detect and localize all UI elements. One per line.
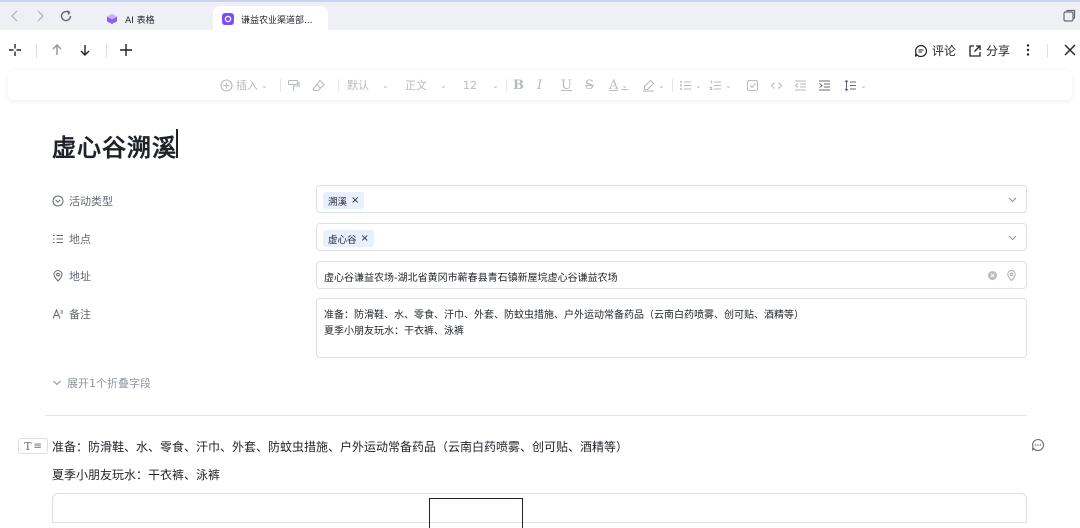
arrow-down-icon[interactable] — [78, 43, 92, 57]
bullet-list-icon[interactable]: ⌄ — [679, 77, 702, 93]
text-style-label: 默认 — [347, 79, 369, 92]
font-size-select[interactable]: 12 ⌄ — [463, 77, 499, 93]
drag-handle-icon: ≡ — [33, 440, 42, 452]
text-color-icon[interactable]: A ⌄ — [609, 77, 628, 93]
insert-button[interactable]: 插入 ⌄ — [220, 77, 268, 93]
chevron-down-icon: ⌄ — [382, 80, 389, 90]
remove-tag-icon[interactable]: × — [351, 195, 359, 206]
field-label-notes: 备注 — [52, 306, 91, 322]
toolbar-divider — [672, 79, 673, 92]
tag-location: 虚心谷 × — [323, 230, 374, 247]
activity-type-select[interactable]: 溯溪 × — [316, 185, 1027, 213]
field-label-address: 地址 — [52, 268, 91, 284]
code-icon[interactable] — [770, 77, 783, 93]
field-label-activity-type: 活动类型 — [52, 193, 113, 209]
paragraph-label: 正文 — [405, 79, 427, 92]
outdent-icon[interactable] — [794, 77, 807, 93]
tab-label: 谦益农业渠道部... — [241, 15, 313, 26]
embedded-block[interactable] — [52, 493, 1027, 528]
location-select[interactable]: 虚心谷 × — [316, 223, 1027, 251]
collapse-sidebar-icon[interactable] — [8, 43, 22, 57]
record-title[interactable]: 虚心谷溯溪 — [52, 128, 177, 163]
chevron-down-icon[interactable] — [1007, 232, 1018, 243]
formatting-toolbar: 插入 ⌄ 默认 ⌄ 正文 ⌄ 12 ⌄ B I U S A ⌄ ⌄ ⌄ ⌄ ⌄ — [8, 70, 1072, 100]
notes-field[interactable]: 准备：防滑鞋、水、零食、汗巾、外套、防蚊虫措施、户外运动常备药品（云南白药喷雾、… — [316, 298, 1027, 358]
text-block-handle[interactable]: T ≡ — [18, 438, 48, 454]
toolbar-divider — [1047, 44, 1048, 58]
comment-label: 评论 — [932, 44, 957, 58]
tab-active-document[interactable]: 谦益农业渠道部... — [213, 6, 328, 32]
chevron-down-icon: ⌄ — [261, 80, 268, 90]
close-icon[interactable] — [1063, 43, 1077, 57]
toolbar-divider — [280, 79, 281, 92]
arrow-up-icon[interactable] — [50, 43, 64, 57]
tag-activity-type: 溯溪 × — [323, 192, 365, 209]
comment-button[interactable]: 评论 — [914, 42, 956, 59]
more-options-icon[interactable] — [1021, 43, 1035, 57]
share-icon — [969, 44, 981, 57]
tab-ai-table[interactable]: AI 表格 — [98, 6, 208, 32]
single-select-icon — [52, 195, 64, 207]
chevron-down-icon[interactable] — [1007, 194, 1018, 205]
field-label-location: 地点 — [52, 231, 91, 247]
clear-format-icon[interactable] — [312, 77, 325, 93]
text-field-icon — [52, 308, 63, 319]
app-icon — [222, 13, 234, 25]
section-divider — [45, 415, 1027, 416]
body-paragraph[interactable]: 准备：防滑鞋、水、零食、汗巾、外套、防蚊虫措施、户外运动常备药品（云南白药喷雾、… — [52, 438, 628, 455]
browser-tab-strip: AI 表格 谦益农业渠道部... — [0, 0, 1080, 32]
text-style-select[interactable]: 默认 ⌄ — [347, 77, 389, 93]
embedded-image-frame — [429, 498, 523, 528]
italic-icon[interactable]: I — [537, 77, 542, 93]
ai-table-icon — [106, 13, 118, 25]
document-toolbar: 评论 分享 — [0, 32, 1080, 70]
window-restore-icon[interactable] — [1063, 9, 1076, 22]
font-size-label: 12 — [463, 78, 477, 92]
format-painter-icon[interactable] — [287, 77, 300, 93]
address-field[interactable]: 虚心谷谦益农场-湖北省黄冈市蕲春县青石镇新屋垸虚心谷谦益农场 — [316, 261, 1027, 289]
reload-icon[interactable] — [59, 9, 73, 23]
text-type-icon: T — [24, 439, 32, 453]
remove-tag-icon[interactable]: × — [361, 233, 369, 244]
plus-circle-icon — [220, 78, 233, 92]
toolbar-divider — [36, 44, 37, 58]
add-comment-icon[interactable] — [1031, 438, 1045, 452]
location-pin-icon — [53, 270, 63, 282]
comment-icon — [914, 44, 928, 57]
clear-icon[interactable] — [987, 270, 998, 281]
multi-select-icon — [53, 234, 63, 244]
notes-line: 夏季小朋友玩水：干衣裤、泳裤 — [324, 326, 464, 337]
bold-icon[interactable]: B — [513, 77, 524, 93]
expand-hidden-fields-button[interactable]: 展开1个折叠字段 — [52, 375, 151, 391]
toolbar-divider — [506, 79, 507, 92]
chevron-down-icon: ⌄ — [492, 80, 499, 90]
underline-icon[interactable]: U — [561, 77, 572, 93]
numbered-list-icon[interactable]: ⌄ — [709, 77, 732, 93]
add-icon[interactable] — [119, 43, 133, 57]
checkbox-icon[interactable] — [746, 77, 759, 93]
body-paragraph[interactable]: 夏季小朋友玩水：干衣裤、泳裤 — [52, 466, 220, 483]
location-pin-icon[interactable] — [1006, 270, 1017, 281]
insert-label: 插入 — [236, 79, 258, 92]
chevron-down-icon: ⌄ — [440, 80, 447, 90]
tab-label: AI 表格 — [125, 15, 155, 26]
toolbar-divider — [338, 79, 339, 92]
notes-line: 准备：防滑鞋、水、零食、汗巾、外套、防蚊虫措施、户外运动常备药品（云南白药喷雾、… — [324, 310, 804, 321]
highlight-icon[interactable]: ⌄ — [642, 77, 665, 93]
line-spacing-icon[interactable]: ⌄ — [844, 77, 867, 93]
indent-icon[interactable] — [818, 77, 831, 93]
toolbar-divider — [106, 44, 107, 58]
text-cursor — [176, 129, 178, 158]
back-icon[interactable] — [8, 9, 22, 23]
paragraph-select[interactable]: 正文 ⌄ — [405, 77, 447, 93]
address-value: 虚心谷谦益农场-湖北省黄冈市蕲春县青石镇新屋垸虚心谷谦益农场 — [324, 273, 618, 284]
share-button[interactable]: 分享 — [968, 42, 1010, 59]
share-label: 分享 — [986, 44, 1011, 58]
strikethrough-icon[interactable]: S — [585, 77, 594, 93]
forward-icon[interactable] — [33, 9, 47, 23]
chevron-down-icon — [53, 380, 61, 386]
